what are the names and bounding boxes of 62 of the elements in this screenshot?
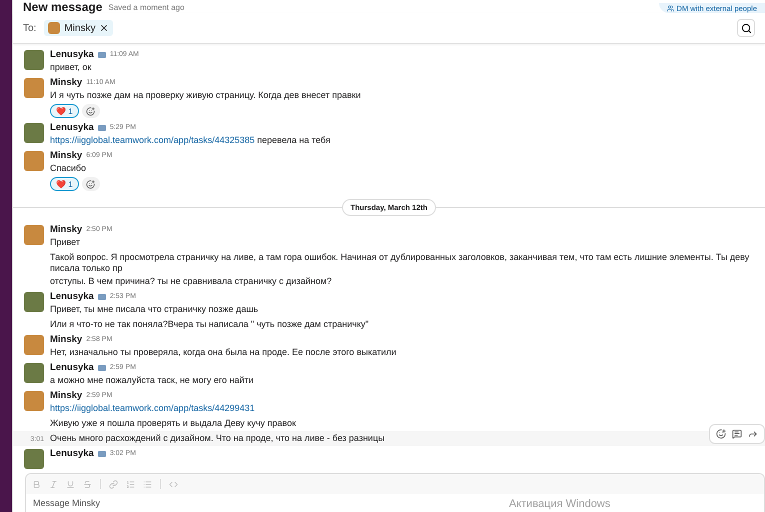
add-reaction-button[interactable]: [82, 104, 100, 118]
message-text: Спасибо: [50, 163, 88, 174]
recipient-chip[interactable]: Minsky: [44, 20, 114, 36]
author-name[interactable]: Lenusyka: [50, 49, 94, 60]
message-text: привет, ок: [50, 62, 92, 73]
italic-button[interactable]: [49, 480, 58, 488]
message-text: Или я что-то не так поняла?Вчера ты написала " чуть позже дам страничку": [50, 319, 369, 330]
search-icon: [740, 22, 752, 34]
window-title: New message: [23, 1, 102, 13]
numbered-list-button[interactable]: [126, 480, 135, 488]
message-text: И я чуть позже дам на проверку живую страницу. Когда дев внесет правки: [50, 90, 361, 101]
author-name[interactable]: Lenusyka: [50, 291, 94, 302]
strikethrough-button[interactable]: [83, 480, 92, 488]
author-name[interactable]: Minsky: [50, 334, 82, 345]
message-text: Очень много расхождений с дизайном. Что на проде, что на ливе - без разницы: [50, 433, 385, 444]
save-status: Saved a moment ago: [108, 3, 184, 13]
author-name[interactable]: Lenusyka: [50, 122, 94, 133]
avatar-placeholder[interactable]: [24, 50, 44, 70]
reaction-button[interactable]: ❤ 1: [50, 104, 79, 118]
author-name[interactable]: Lenusyka: [50, 448, 94, 459]
activation-notice: Активация Windows: [509, 498, 610, 510]
message-link[interactable]: https://iigglobal.teamwork.com/app/tasks/44299431: [50, 403, 255, 413]
author-name[interactable]: Minsky: [50, 390, 82, 401]
add-reaction-button[interactable]: [716, 429, 726, 439]
bullet-list-button[interactable]: [143, 480, 152, 488]
people-icon: [666, 4, 674, 12]
code-button[interactable]: [169, 480, 178, 488]
avatar-placeholder[interactable]: [24, 123, 44, 143]
to-label: To:: [23, 22, 36, 34]
message-text: Привет: [50, 237, 82, 248]
author-name[interactable]: Minsky: [50, 150, 82, 161]
avatar-placeholder: [48, 22, 60, 34]
author-name[interactable]: Minsky: [50, 224, 82, 235]
avatar-placeholder[interactable]: [24, 225, 44, 245]
link-button[interactable]: [109, 480, 118, 488]
message-link[interactable]: https://iigglobal.teamwork.com/app/tasks/44325385: [50, 135, 255, 145]
message-text: отступы. В чем причина? ты не сравнивала страничку с дизайном?: [50, 276, 333, 287]
add-reaction-icon: [86, 180, 96, 188]
reply-thread-button[interactable]: [732, 429, 742, 439]
add-reaction-icon: [86, 106, 96, 116]
message-text: Нет, изначально ты проверяла, когда она была на проде. Ее после этого выкатили: [50, 347, 396, 358]
avatar-placeholder[interactable]: [24, 78, 44, 98]
underline-button[interactable]: [66, 480, 75, 488]
message-text: Живую уже я пошла проверять и выдала Деву кучу правок: [50, 418, 296, 429]
avatar-placeholder[interactable]: [24, 335, 44, 355]
avatar-placeholder[interactable]: [24, 363, 44, 383]
avatar-placeholder[interactable]: [24, 292, 44, 312]
close-icon[interactable]: [99, 23, 110, 33]
message-text: https://iigglobal.teamwork.com/app/tasks/44325385 перевела на тебя: [50, 135, 330, 146]
search-button[interactable]: [737, 19, 755, 37]
forward-button[interactable]: [748, 429, 758, 439]
recipient-name: Minsky: [64, 22, 96, 34]
add-reaction-button[interactable]: [82, 177, 100, 191]
message-text: а можно мне пожалуйста таск, не могу его найти: [50, 375, 254, 386]
avatar-placeholder[interactable]: [24, 449, 44, 469]
bold-button[interactable]: [32, 480, 41, 488]
avatar-placeholder[interactable]: [24, 151, 44, 171]
message-text: Привет, ты мне писала что страничку позже дашь: [50, 304, 258, 315]
avatar-placeholder[interactable]: [24, 391, 44, 411]
author-name[interactable]: Lenusyka: [50, 362, 94, 373]
author-name[interactable]: Minsky: [50, 77, 82, 88]
reaction-button[interactable]: ❤ 1: [50, 177, 79, 191]
